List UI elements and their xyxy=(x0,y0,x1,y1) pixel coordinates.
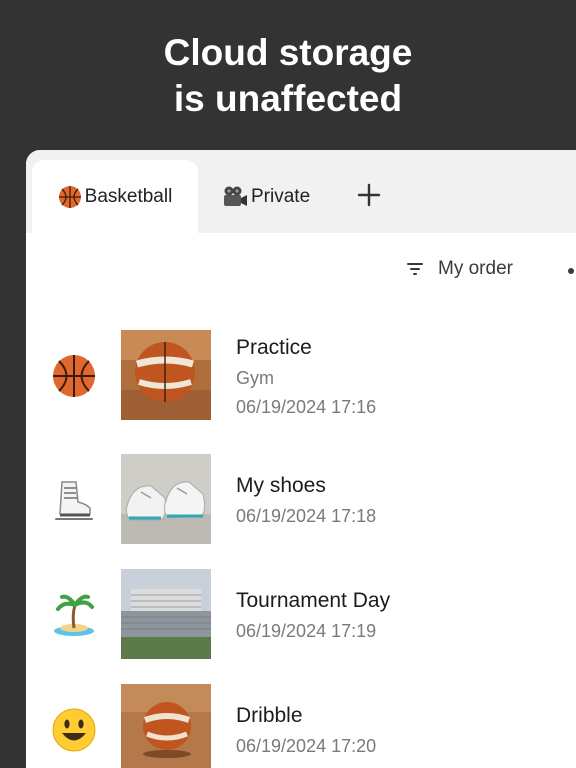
item-title: My shoes xyxy=(236,474,326,497)
item-title: Practice xyxy=(236,336,312,359)
list-item[interactable]: My shoes 06/19/2024 17:18 xyxy=(26,454,576,546)
sort-control[interactable]: My order xyxy=(406,258,513,280)
item-title: Tournament Day xyxy=(236,589,391,612)
list-item[interactable]: Practice Gym 06/19/2024 17:16 xyxy=(26,330,576,422)
item-date: 06/19/2024 17:20 xyxy=(236,736,377,756)
sort-icon xyxy=(407,263,423,275)
add-tab-button[interactable] xyxy=(354,180,384,210)
list-item[interactable]: Dribble 06/19/2024 17:20 xyxy=(26,684,576,768)
item-date: 06/19/2024 17:19 xyxy=(236,621,377,641)
list-item[interactable]: Tournament Day 06/19/2024 17:19 xyxy=(26,569,576,661)
basketball-icon xyxy=(53,355,95,397)
more-menu-button[interactable] xyxy=(568,268,574,274)
item-emoji xyxy=(52,708,96,752)
ice-skate-icon xyxy=(55,481,93,520)
smiley-icon xyxy=(52,708,96,752)
promo-headline: Cloud storage is unaffected xyxy=(0,30,576,122)
sort-label: My order xyxy=(438,258,513,279)
tab-label: Basketball xyxy=(84,185,173,207)
item-title: Dribble xyxy=(236,704,303,727)
headline-line-2: is unaffected xyxy=(173,78,403,119)
plus-icon xyxy=(357,183,381,207)
item-thumbnail xyxy=(121,454,211,544)
tab-label: Private xyxy=(251,185,311,207)
movie-camera-icon xyxy=(224,186,247,206)
item-date: 06/19/2024 17:18 xyxy=(236,506,377,526)
item-thumbnail xyxy=(121,684,211,768)
desert-island-icon xyxy=(54,594,94,636)
tab-bar: Basketball Private xyxy=(26,150,576,233)
item-emoji xyxy=(52,354,96,398)
item-emoji xyxy=(52,593,96,637)
item-emoji xyxy=(52,478,96,522)
screen: Cloud storage is unaffected Basketball P… xyxy=(0,0,576,768)
tab-basketball[interactable]: Basketball xyxy=(32,160,198,233)
item-thumbnail xyxy=(121,330,211,420)
tab-private[interactable]: Private xyxy=(222,160,310,233)
item-date: 06/19/2024 17:16 xyxy=(236,397,377,417)
headline-line-1: Cloud storage xyxy=(163,32,413,73)
basketball-icon xyxy=(58,185,81,208)
item-subtitle: Gym xyxy=(236,368,274,388)
item-thumbnail xyxy=(121,569,211,659)
app-window: Basketball Private My order Practice Gym… xyxy=(26,150,576,768)
